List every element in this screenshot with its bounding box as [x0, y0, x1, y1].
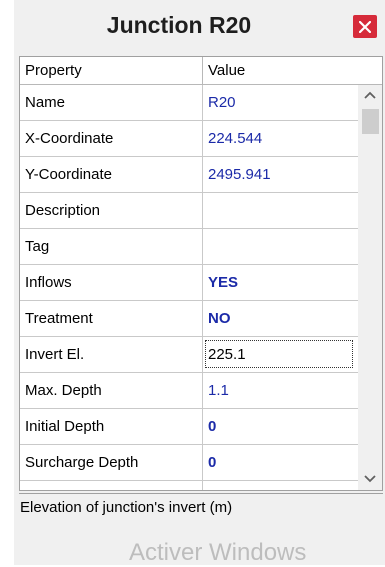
property-label: Initial Depth: [20, 409, 203, 444]
grid-header: Property Value: [20, 57, 382, 85]
window-title: Junction R20: [106, 12, 252, 38]
property-value-y-coordinate[interactable]: 2495.941: [203, 157, 358, 192]
property-label: Treatment: [20, 301, 203, 336]
property-value-treatment[interactable]: NO: [203, 301, 358, 336]
chevron-down-icon: [364, 475, 376, 483]
property-label: Description: [20, 193, 203, 228]
invert-elevation-edit-field[interactable]: 225.1: [205, 340, 353, 368]
property-label: Inflows: [20, 265, 203, 300]
scroll-up-button[interactable]: [358, 85, 382, 107]
property-row-max-depth[interactable]: Max. Depth 1.1: [20, 373, 358, 409]
property-description-panel: Elevation of junction's invert (m) Activ…: [19, 493, 383, 566]
property-row-invert-elevation[interactable]: Invert El. 225.1: [20, 337, 358, 373]
property-row-description[interactable]: Description: [20, 193, 358, 229]
property-label: Surcharge Depth: [20, 445, 203, 480]
property-value-ponded-area[interactable]: 0: [203, 481, 358, 490]
property-value-surcharge-depth[interactable]: 0: [203, 445, 358, 480]
property-description-text: Elevation of junction's invert (m): [20, 499, 233, 516]
chevron-up-icon: [364, 91, 376, 99]
property-row-x-coordinate[interactable]: X-Coordinate 224.544: [20, 121, 358, 157]
property-row-name[interactable]: Name R20: [20, 85, 358, 121]
property-label: Max. Depth: [20, 373, 203, 408]
property-row-inflows[interactable]: Inflows YES: [20, 265, 358, 301]
property-row-initial-depth[interactable]: Initial Depth 0: [20, 409, 358, 445]
property-label: Name: [20, 85, 203, 120]
property-value-inflows[interactable]: YES: [203, 265, 358, 300]
property-row-y-coordinate[interactable]: Y-Coordinate 2495.941: [20, 157, 358, 193]
property-row-surcharge-depth[interactable]: Surcharge Depth 0: [20, 445, 358, 481]
property-row-ponded-area[interactable]: Ponded Area 0: [20, 481, 358, 490]
junction-properties-window: Junction R20 Property Value Name R20 X-C…: [14, 0, 385, 566]
property-row-tag[interactable]: Tag: [20, 229, 358, 265]
property-value-invert-elevation[interactable]: 225.1: [203, 337, 358, 372]
column-header-property[interactable]: Property: [20, 57, 203, 84]
property-value-tag[interactable]: [203, 229, 358, 264]
property-label: Tag: [20, 229, 203, 264]
property-label: X-Coordinate: [20, 121, 203, 156]
property-label: Invert El.: [20, 337, 203, 372]
property-label: Ponded Area: [20, 481, 203, 490]
close-icon: [359, 21, 371, 33]
property-row-treatment[interactable]: Treatment NO: [20, 301, 358, 337]
property-label: Y-Coordinate: [20, 157, 203, 192]
scroll-down-button[interactable]: [358, 467, 382, 489]
property-value-x-coordinate[interactable]: 224.544: [203, 121, 358, 156]
close-button[interactable]: [353, 15, 377, 38]
activation-watermark: Activer Windows: [129, 539, 307, 566]
property-value-description[interactable]: [203, 193, 358, 228]
column-header-value[interactable]: Value: [203, 57, 382, 84]
scroll-thumb[interactable]: [362, 109, 379, 134]
title-bar[interactable]: Junction R20: [14, 0, 385, 50]
vertical-scrollbar[interactable]: [358, 85, 382, 490]
property-value-max-depth[interactable]: 1.1: [203, 373, 358, 408]
property-grid: Property Value Name R20 X-Coordinate 224…: [19, 56, 383, 491]
property-value-initial-depth[interactable]: 0: [203, 409, 358, 444]
property-rows: Name R20 X-Coordinate 224.544 Y-Coordina…: [20, 85, 358, 490]
property-value-name[interactable]: R20: [203, 85, 358, 120]
